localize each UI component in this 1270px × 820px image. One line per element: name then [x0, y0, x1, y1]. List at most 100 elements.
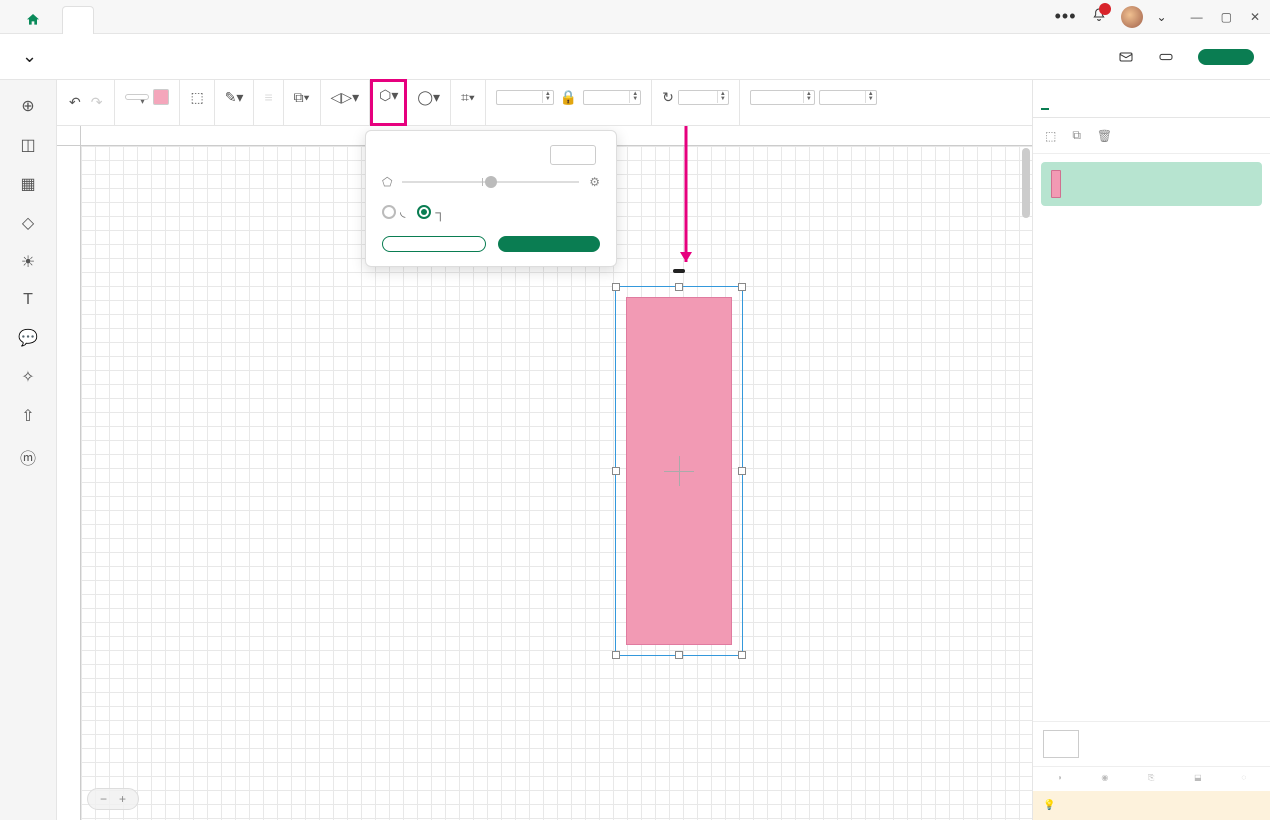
phrases-icon: 💬: [18, 328, 38, 348]
sidebar-editable-images[interactable]: ✧: [0, 359, 56, 398]
window-maximize[interactable]: ▢: [1221, 10, 1232, 24]
corner-square-option[interactable]: ┐: [417, 204, 445, 220]
operation-select[interactable]: [125, 94, 149, 100]
edit-button[interactable]: ✎▾: [225, 89, 244, 106]
plus-circle-icon: ⊕: [21, 96, 34, 116]
images-icon: ☀: [21, 252, 35, 272]
deselect-button[interactable]: ⬚: [190, 89, 203, 106]
dimension-badge: [673, 269, 685, 273]
size-width-input[interactable]: ▲▼: [496, 90, 554, 105]
size-height-input[interactable]: ▲▼: [583, 90, 641, 105]
position-y-input[interactable]: ▲▼: [819, 90, 877, 105]
resize-handle-tr[interactable]: [738, 283, 746, 291]
zoom-control[interactable]: − +: [87, 788, 139, 810]
machine-button[interactable]: [1158, 49, 1180, 65]
lock-aspect-icon[interactable]: 🔒: [560, 89, 577, 106]
layer-thumbnail: [1051, 170, 1061, 198]
sidebar-shapes[interactable]: ◇: [0, 205, 56, 244]
combine-icon: ◉: [1101, 773, 1108, 782]
tab-layers[interactable]: [1041, 88, 1049, 110]
zoom-in-icon[interactable]: +: [119, 792, 126, 806]
resize-handle-bl[interactable]: [612, 651, 620, 659]
sidebar-new[interactable]: ⊕: [0, 88, 56, 127]
action-attach: ⎘: [1148, 773, 1154, 785]
corner-round-icon: ◟: [400, 203, 405, 220]
sidebar-images[interactable]: ☀: [0, 244, 56, 283]
sidebar-upload[interactable]: ⇧: [0, 398, 56, 437]
lightbulb-icon: 💡: [1043, 800, 1055, 811]
shapes-icon: ◇: [22, 213, 34, 233]
offset-button[interactable]: ⬡▾: [379, 87, 398, 104]
window-close[interactable]: ✕: [1250, 10, 1260, 24]
sidebar-templates[interactable]: ◫: [0, 127, 56, 166]
flip-button[interactable]: ◁▷▾: [331, 89, 360, 106]
arrange-button[interactable]: ⧉▾: [294, 89, 310, 106]
ruler-vertical: [57, 146, 81, 820]
contour-icon: ◌: [1241, 773, 1246, 782]
avatar[interactable]: [1121, 6, 1143, 28]
sidebar-projects[interactable]: ▦: [0, 166, 56, 205]
offset-popover: ⬠ ⚙ ◟ ┐: [365, 130, 617, 267]
redo-button[interactable]: ↷: [91, 94, 103, 111]
tab-canvas[interactable]: [62, 6, 94, 34]
right-panel: ⬚ ⧉ 🗑 ◑ ◉ ⎘ ⬓ ◌ 💡: [1032, 80, 1270, 820]
warp-button[interactable]: ⌗▾: [461, 89, 475, 106]
position-x-input[interactable]: ▲▼: [750, 90, 815, 105]
resize-handle-tl[interactable]: [612, 283, 620, 291]
delete-icon[interactable]: 🗑: [1097, 129, 1112, 143]
home-icon: [25, 12, 41, 28]
corner-square-icon: ┐: [435, 204, 445, 220]
cancel-button[interactable]: [382, 236, 486, 252]
toolbar: ↶ ↷ ⬚ ✎▾ ≡: [57, 80, 1032, 126]
sidebar-monogram[interactable]: ⓜ: [0, 437, 56, 480]
chevron-down-icon: ⌄: [22, 46, 37, 67]
attach-icon: ⎘: [1148, 773, 1154, 783]
tab-color-sync[interactable]: [1067, 89, 1075, 109]
create-sticker-button[interactable]: ◯▾: [417, 89, 440, 106]
canvas[interactable]: ⬠ ⚙ ◟ ┐: [57, 126, 1032, 820]
scrollbar-vertical[interactable]: [1022, 148, 1030, 218]
align-button: ≡: [264, 89, 272, 105]
blank-canvas-row[interactable]: [1033, 721, 1270, 767]
color-swatch[interactable]: [153, 89, 169, 105]
rotate-input[interactable]: ▲▼: [678, 90, 729, 105]
document-title[interactable]: ⌄: [16, 46, 37, 67]
sidebar-phrases[interactable]: 💬: [0, 320, 56, 359]
resize-handle-br[interactable]: [738, 651, 746, 659]
machine-icon: [1158, 49, 1174, 65]
action-combine: ◉: [1101, 773, 1108, 785]
user-menu[interactable]: ⌄: [1157, 10, 1167, 24]
more-menu-icon[interactable]: •••: [1055, 6, 1077, 27]
notification-badge: [1099, 3, 1111, 15]
templates-icon: ◫: [20, 135, 35, 155]
make-button[interactable]: [1198, 49, 1254, 65]
text-icon: T: [23, 291, 33, 309]
projects-icon: ▦: [20, 174, 35, 194]
distance-input[interactable]: [550, 145, 596, 165]
center-mark-icon: [664, 456, 694, 486]
rotate-icon[interactable]: ↻: [662, 89, 674, 106]
apply-button[interactable]: [498, 236, 600, 252]
mystuff-button[interactable]: [1118, 49, 1140, 65]
ungroup-icon[interactable]: ⬚: [1045, 129, 1056, 143]
upload-icon: ⇧: [21, 406, 34, 426]
window-minimize[interactable]: —: [1191, 10, 1203, 24]
selection-box[interactable]: [615, 286, 743, 656]
sidebar-text[interactable]: T: [0, 283, 56, 320]
left-sidebar: ⊕ ◫ ▦ ◇ ☀ T 💬 ✧ ⇧ ⓜ: [0, 80, 57, 820]
tab-home[interactable]: [10, 6, 62, 34]
duplicate-icon[interactable]: ⧉: [1072, 128, 1081, 143]
notifications-button[interactable]: [1091, 7, 1107, 26]
editable-images-icon: ✧: [21, 367, 34, 387]
undo-button[interactable]: ↶: [69, 94, 81, 111]
resize-handle-tm[interactable]: [675, 283, 683, 291]
layer-item[interactable]: [1041, 162, 1262, 206]
distance-slider[interactable]: [402, 181, 579, 183]
corner-round-option[interactable]: ◟: [382, 203, 405, 220]
resize-handle-bm[interactable]: [675, 651, 683, 659]
zoom-out-icon[interactable]: −: [100, 792, 107, 806]
gear-icon: ⚙: [589, 175, 600, 189]
resize-handle-mr[interactable]: [738, 467, 746, 475]
resize-handle-ml[interactable]: [612, 467, 620, 475]
tip-banner[interactable]: 💡: [1033, 791, 1270, 820]
